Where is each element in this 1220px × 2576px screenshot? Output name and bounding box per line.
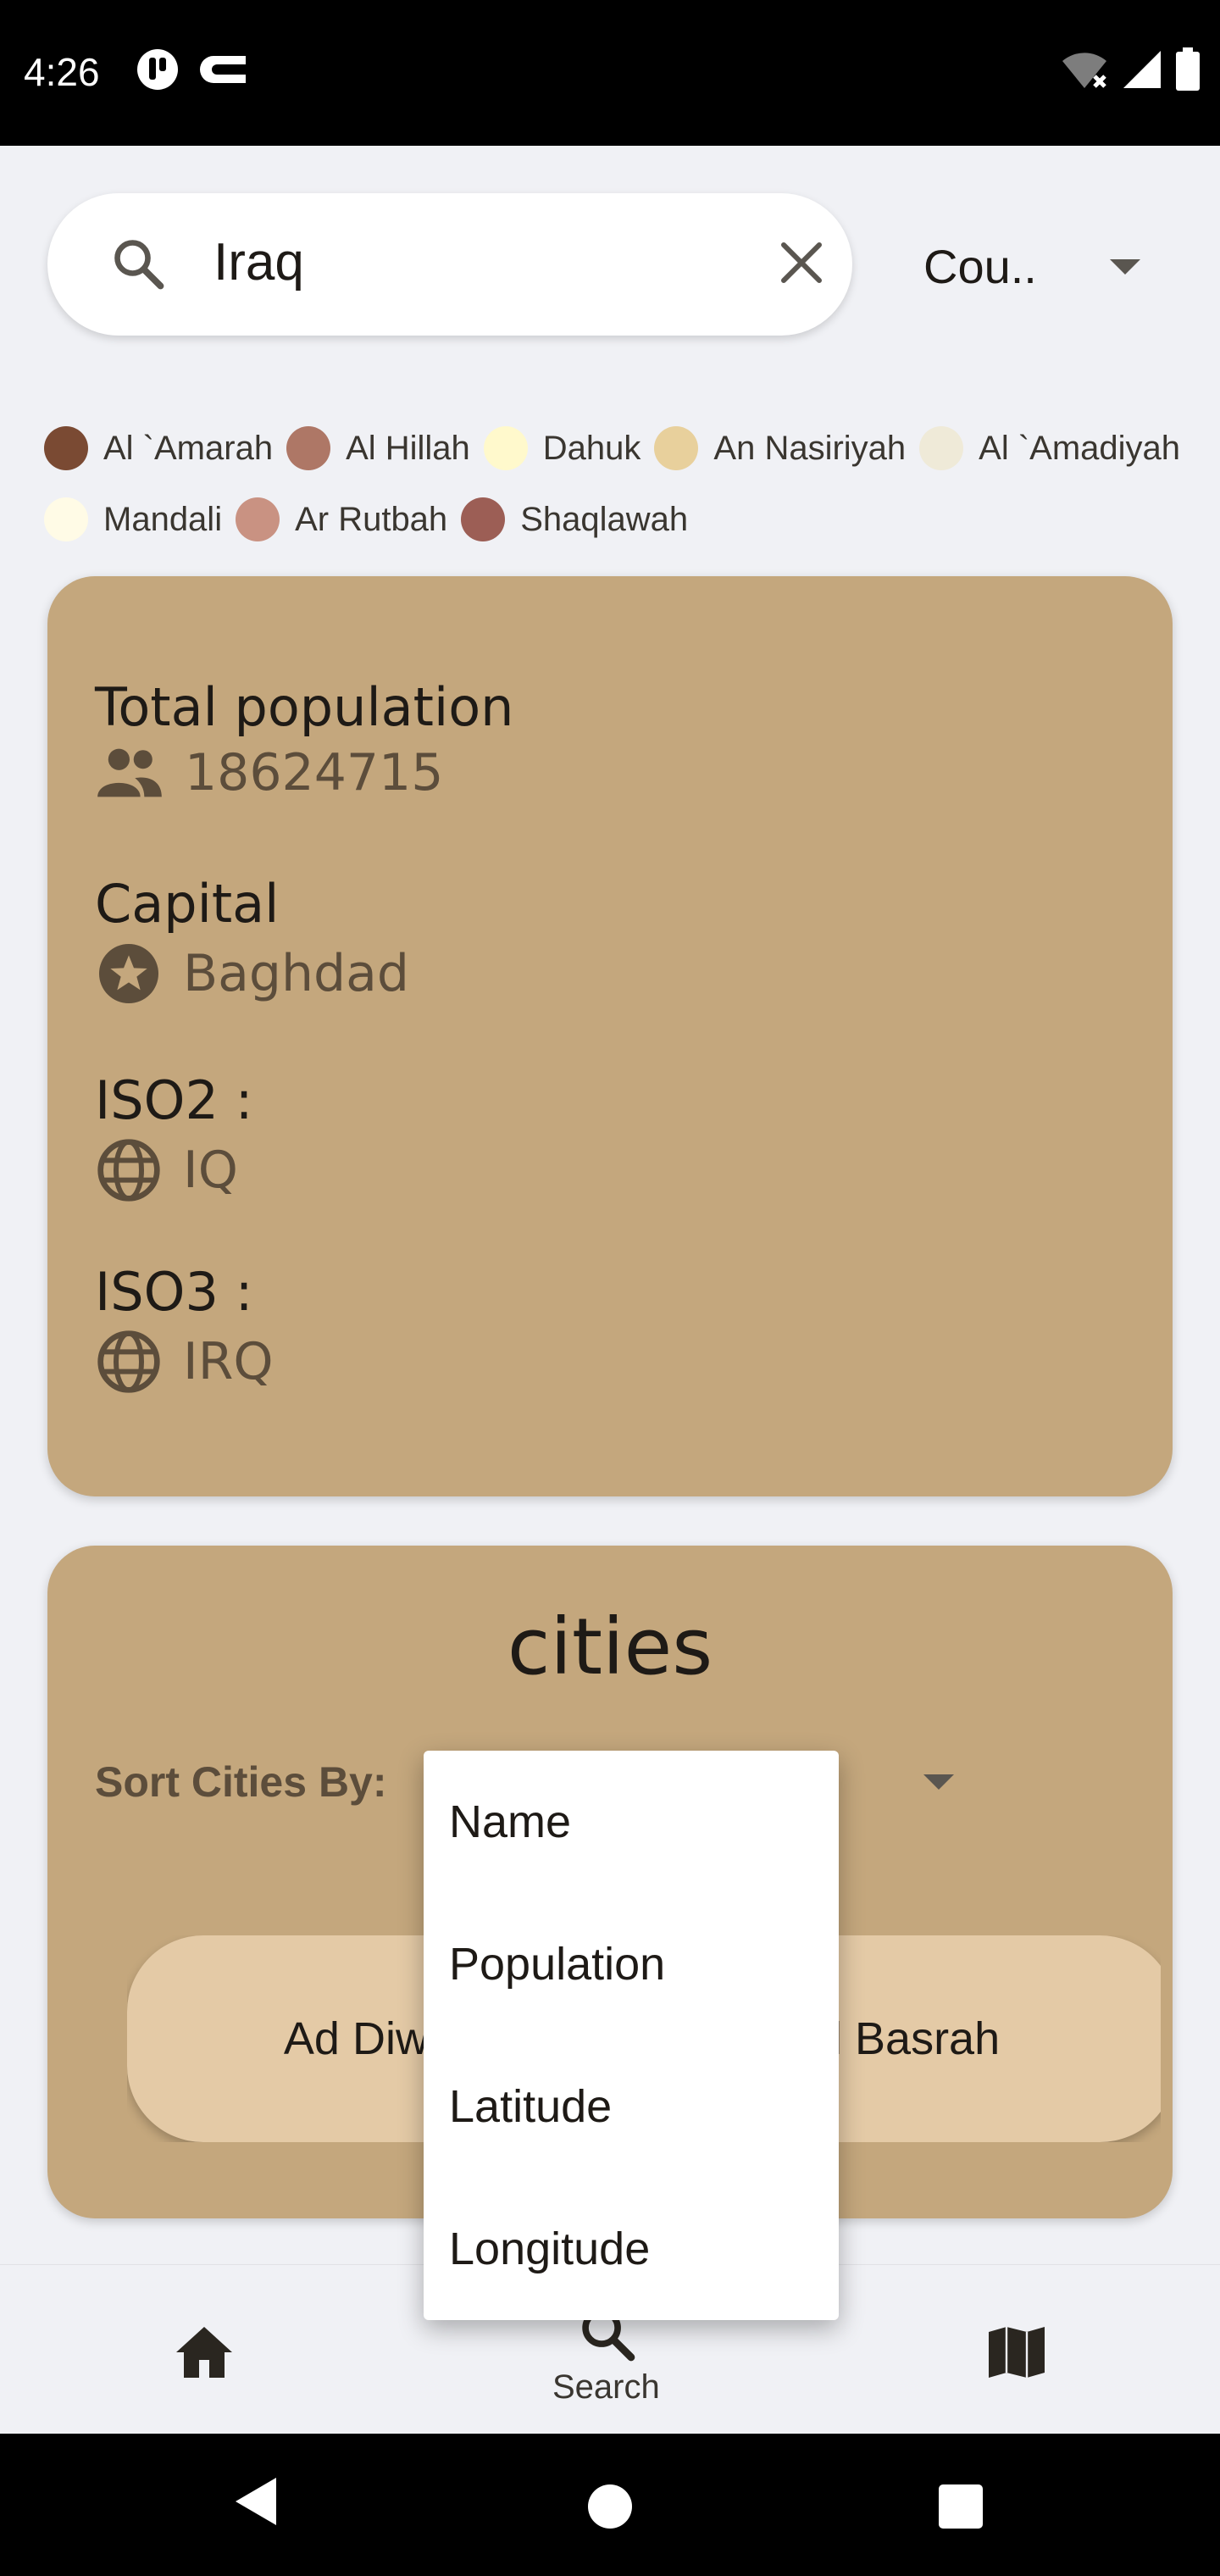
legend-row: Al `Amarah Al Hillah Dahuk An Nasiriyah … xyxy=(44,424,1220,473)
star-circle-icon xyxy=(99,944,158,1003)
sort-menu: Name Population Latitude Longitude xyxy=(424,1751,839,2320)
close-icon[interactable] xyxy=(771,232,832,293)
iso2-section: ISO2 : IQ xyxy=(95,1069,252,1204)
sort-option-population[interactable]: Population xyxy=(424,1893,839,2035)
legend-swatch xyxy=(44,497,88,541)
home-button[interactable] xyxy=(588,2484,632,2529)
legend-swatch xyxy=(654,426,699,470)
map-icon[interactable] xyxy=(986,2324,1047,2380)
search-box[interactable]: Iraq xyxy=(47,193,852,336)
population-value: 18624715 xyxy=(185,743,444,802)
capital-value: Baghdad xyxy=(183,944,409,1003)
cast-icon xyxy=(200,56,246,83)
recents-button[interactable] xyxy=(939,2484,983,2529)
sort-option-name[interactable]: Name xyxy=(424,1751,839,1893)
legend-label: Al `Amarah xyxy=(103,429,274,467)
iso3-section: ISO3 : IRQ xyxy=(95,1261,274,1396)
legend-item: Al Hillah xyxy=(286,426,470,470)
legend-item: An Nasiriyah xyxy=(654,426,906,470)
legend-item: Dahuk xyxy=(483,426,641,470)
capital-section: Capital Baghdad xyxy=(95,873,409,1008)
sort-option-longitude[interactable]: Longitude xyxy=(424,2178,839,2320)
iso2-value: IQ xyxy=(183,1141,238,1200)
status-icons-right xyxy=(1061,47,1200,92)
legend-row: Mandali Ar Rutbah Shaqlawah xyxy=(44,495,1220,544)
battery-icon xyxy=(1176,47,1200,91)
home-icon[interactable] xyxy=(173,2324,236,2380)
population-section: Total population 18624715 xyxy=(95,676,513,802)
legend-swatch xyxy=(286,426,331,470)
capital-label: Capital xyxy=(95,873,280,935)
back-icon[interactable] xyxy=(232,2474,280,2529)
iso3-label: ISO3 : xyxy=(95,1261,253,1323)
iso3-row: IRQ xyxy=(95,1328,274,1396)
capital-row: Baghdad xyxy=(95,940,409,1008)
globe-icon xyxy=(97,1139,160,1202)
nav-search-label[interactable]: Search xyxy=(552,2368,660,2407)
signal-icon xyxy=(1123,51,1161,88)
wifi-off-icon xyxy=(1062,53,1106,88)
status-bar: 4:26 xyxy=(0,0,1220,146)
search-icon xyxy=(114,240,164,290)
legend-item: Al `Amarah xyxy=(44,426,273,470)
legend-swatch xyxy=(44,426,88,470)
legend-label: Dahuk xyxy=(542,429,641,467)
legend-item: Shaqlawah xyxy=(461,497,688,541)
status-time: 4:26 xyxy=(24,50,100,94)
legend-label: Al `Amadiyah xyxy=(979,429,1181,467)
population-label: Total population xyxy=(95,676,514,738)
system-nav-bar xyxy=(0,2434,1220,2576)
iso2-row: IQ xyxy=(95,1136,252,1204)
search-input[interactable]: Iraq xyxy=(214,232,304,292)
iso2-label: ISO2 : xyxy=(95,1069,253,1131)
city-legend: Al `Amarah Al Hillah Dahuk An Nasiriyah … xyxy=(44,424,1220,566)
legend-label: Mandali xyxy=(103,500,223,538)
legend-swatch xyxy=(461,497,506,541)
filter-dropdown-value: Cou.. xyxy=(923,240,1037,293)
legend-swatch xyxy=(236,497,280,541)
cities-title: cities xyxy=(507,1602,713,1692)
legend-label: Shaqlawah xyxy=(520,500,689,538)
population-row: 18624715 xyxy=(95,743,513,802)
sort-option-latitude[interactable]: Latitude xyxy=(424,2035,839,2178)
iso3-value: IRQ xyxy=(183,1332,274,1391)
legend-label: Al Hillah xyxy=(346,429,470,467)
legend-label: Ar Rutbah xyxy=(295,500,448,538)
people-icon xyxy=(97,748,162,797)
legend-item: Mandali xyxy=(44,497,222,541)
sort-dropdown-chevron-icon[interactable] xyxy=(923,1774,954,1790)
vpn-icon xyxy=(137,49,178,90)
legend-label: An Nasiriyah xyxy=(713,429,907,467)
legend-swatch xyxy=(919,426,964,470)
filter-dropdown[interactable]: Cou.. xyxy=(923,229,1161,300)
sort-label: Sort Cities By: xyxy=(95,1758,387,1806)
legend-item: Al `Amadiyah xyxy=(919,426,1180,470)
legend-item: Ar Rutbah xyxy=(236,497,447,541)
globe-icon xyxy=(97,1330,160,1393)
status-icons-left xyxy=(136,47,249,92)
chevron-down-icon xyxy=(1110,259,1140,275)
legend-swatch xyxy=(483,426,528,470)
country-info-card: Total population 18624715 Capital Baghda… xyxy=(47,576,1173,1496)
